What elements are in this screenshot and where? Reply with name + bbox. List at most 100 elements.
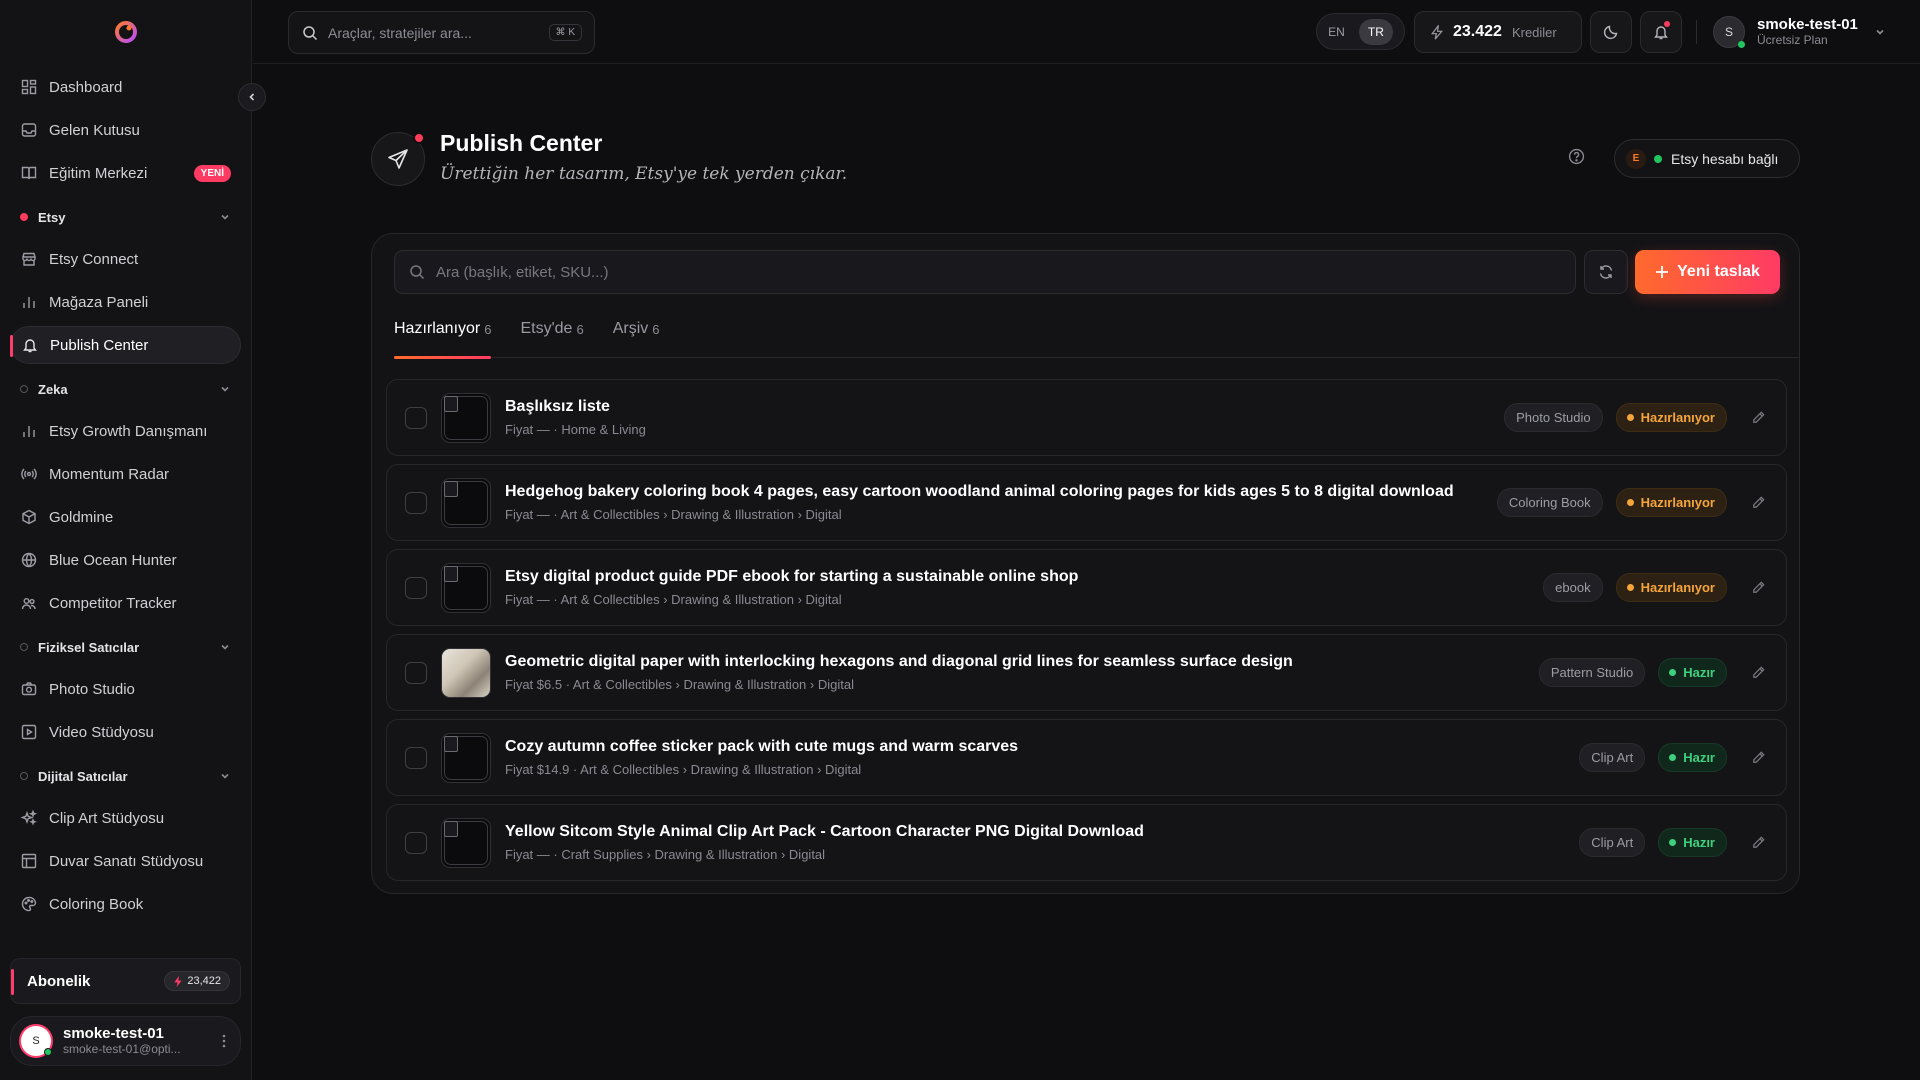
section-label: Etsy <box>38 209 66 225</box>
tab-on-etsy[interactable]: Etsy'de 6 <box>520 318 583 358</box>
sidebar-item-label: Video Stüdyosu <box>49 723 154 741</box>
row-checkbox[interactable] <box>405 576 427 599</box>
user-name: smoke-test-01 <box>63 1025 164 1043</box>
credits-display[interactable]: 23.422 Krediler <box>1414 11 1582 53</box>
source-tag: Clip Art <box>1579 743 1646 772</box>
sidebar-item-photo-studio[interactable]: Photo Studio <box>10 670 241 708</box>
section-etsy[interactable]: Etsy <box>10 197 241 237</box>
subscription-credits-value: 23,422 <box>187 975 221 987</box>
sidebar-item-publish-center[interactable]: Publish Center <box>10 326 241 364</box>
sidebar-item-label: Eğitim Merkezi <box>49 164 148 182</box>
sidebar-item-clip-art-studio[interactable]: Clip Art Stüdyosu <box>10 799 241 837</box>
listing-row[interactable]: Geometric digital paper with interlockin… <box>386 634 1787 711</box>
section-digital-sellers[interactable]: Dijital Satıcılar <box>10 756 241 796</box>
sidebar-item-dashboard[interactable]: Dashboard <box>10 68 241 106</box>
source-tag: Clip Art <box>1579 828 1646 857</box>
avatar: S <box>1713 16 1745 48</box>
listing-meta: Fiyat — · Home & Living <box>505 422 646 437</box>
row-checkbox[interactable] <box>405 406 427 429</box>
sidebar-user-card[interactable]: S smoke-test-01 smoke-test-01@opti... <box>10 1016 241 1066</box>
row-checkbox[interactable] <box>405 491 427 514</box>
sidebar-item-training[interactable]: Eğitim Merkezi YENİ <box>10 154 241 192</box>
user-menu[interactable]: S smoke-test-01 Ücretsiz Plan <box>1713 12 1886 52</box>
listing-title: Cozy autumn coffee sticker pack with cut… <box>505 738 1019 755</box>
listing-list: Başlıksız liste Fiyat — · Home & Living … <box>386 379 1787 889</box>
tab-count: 6 <box>484 322 492 337</box>
listing-text: Etsy digital product guide PDF ebook for… <box>505 568 1078 607</box>
sidebar-item-blue-ocean-hunter[interactable]: Blue Ocean Hunter <box>10 541 241 579</box>
edit-pencil-icon[interactable] <box>1751 665 1766 680</box>
notifications-button[interactable] <box>1640 11 1682 53</box>
section-dot <box>20 772 28 780</box>
listing-search-input[interactable]: Ara (başlık, etiket, SKU...) <box>394 250 1576 294</box>
sidebar-item-momentum-radar[interactable]: Momentum Radar <box>10 455 241 493</box>
sidebar-item-label: Momentum Radar <box>49 465 170 483</box>
refresh-icon <box>1598 264 1614 280</box>
section-zeka[interactable]: Zeka <box>10 369 241 409</box>
section-label: Dijital Satıcılar <box>38 768 128 784</box>
tab-archive[interactable]: Arşiv 6 <box>613 318 660 358</box>
app-logo[interactable] <box>114 20 138 44</box>
sidebar-item-goldmine[interactable]: Goldmine <box>10 498 241 536</box>
notification-dot <box>1664 21 1670 27</box>
listing-text: Yellow Sitcom Style Animal Clip Art Pack… <box>505 823 1144 862</box>
listing-text: Hedgehog bakery coloring book 4 pages, e… <box>505 483 1454 522</box>
sidebar-item-competitor-tracker[interactable]: Competitor Tracker <box>10 584 241 622</box>
status-badge: Hazırlanıyor <box>1615 573 1727 602</box>
listing-row[interactable]: Etsy digital product guide PDF ebook for… <box>386 549 1787 626</box>
tab-preparing[interactable]: Hazırlanıyor 6 <box>394 318 492 359</box>
status-tabs: Hazırlanıyor 6 Etsy'de 6 Arşiv 6 <box>394 318 1799 359</box>
sidebar-item-label: Clip Art Stüdyosu <box>49 809 165 827</box>
listing-meta: Fiyat — · Craft Supplies › Drawing & Ill… <box>505 847 826 862</box>
listing-actions: ebook Hazırlanıyor <box>1543 550 1766 625</box>
global-search-input[interactable]: Araçlar, stratejiler ara... ⌘ K <box>288 11 595 54</box>
status-label: Hazırlanıyor <box>1640 580 1715 595</box>
etsy-connection-status[interactable]: E Etsy hesabı bağlı <box>1614 139 1800 178</box>
sidebar-item-label: Etsy Growth Danışmanı <box>49 422 208 440</box>
more-vertical-icon[interactable] <box>222 1034 226 1048</box>
theme-toggle-button[interactable] <box>1590 11 1632 53</box>
sidebar-item-video-studio[interactable]: Video Stüdyosu <box>10 713 241 751</box>
listing-row[interactable]: Yellow Sitcom Style Animal Clip Art Pack… <box>386 804 1787 881</box>
listing-meta: Fiyat — · Art & Collectibles › Drawing &… <box>505 592 842 607</box>
edit-pencil-icon[interactable] <box>1751 580 1766 595</box>
listing-search-placeholder: Ara (başlık, etiket, SKU...) <box>436 263 609 281</box>
status-badge: Hazır <box>1658 743 1727 772</box>
new-draft-button[interactable]: Yeni taslak <box>1635 250 1780 294</box>
sidebar-item-inbox[interactable]: Gelen Kutusu <box>10 111 241 149</box>
edit-pencil-icon[interactable] <box>1751 495 1766 510</box>
sidebar-item-wall-art-studio[interactable]: Duvar Sanatı Stüdyosu <box>10 842 241 880</box>
sidebar-item-store-panel[interactable]: Mağaza Paneli <box>10 283 241 321</box>
edit-pencil-icon[interactable] <box>1751 835 1766 850</box>
status-badge: Hazır <box>1658 658 1727 687</box>
user-info: smoke-test-01 Ücretsiz Plan <box>1757 17 1858 47</box>
refresh-button[interactable] <box>1584 250 1628 294</box>
sidebar-item-coloring-book[interactable]: Coloring Book <box>10 885 241 923</box>
sidebar-item-etsy-connect[interactable]: Etsy Connect <box>10 240 241 278</box>
subscription-card[interactable]: Abonelik 23,422 <box>10 958 241 1004</box>
row-checkbox[interactable] <box>405 661 427 684</box>
plus-icon <box>1655 265 1669 279</box>
listing-row[interactable]: Başlıksız liste Fiyat — · Home & Living … <box>386 379 1787 456</box>
listing-row[interactable]: Cozy autumn coffee sticker pack with cut… <box>386 719 1787 796</box>
edit-pencil-icon[interactable] <box>1751 410 1766 425</box>
row-checkbox[interactable] <box>405 746 427 769</box>
lang-tr-option[interactable]: TR <box>1358 18 1393 45</box>
language-switch[interactable]: EN TR <box>1316 13 1405 50</box>
sidebar-collapse-button[interactable] <box>238 83 266 111</box>
sidebar-item-label: Gelen Kutusu <box>49 121 140 139</box>
edit-pencil-icon[interactable] <box>1751 750 1766 765</box>
bar-chart-icon <box>20 422 38 440</box>
help-icon[interactable] <box>1568 148 1585 165</box>
etsy-badge: E <box>1626 148 1646 169</box>
listing-row[interactable]: Hedgehog bakery coloring book 4 pages, e… <box>386 464 1787 541</box>
listing-actions: Clip Art Hazır <box>1579 720 1766 795</box>
lang-en-option[interactable]: EN <box>1328 25 1345 39</box>
page-subtitle: Ürettiğin her tasarım, Etsy'ye tek yerde… <box>440 164 848 184</box>
sidebar-item-growth-advisor[interactable]: Etsy Growth Danışmanı <box>10 412 241 450</box>
section-physical-sellers[interactable]: Fiziksel Satıcılar <box>10 627 241 667</box>
listing-text: Cozy autumn coffee sticker pack with cut… <box>505 738 1018 777</box>
search-icon <box>302 25 318 41</box>
row-checkbox[interactable] <box>405 831 427 854</box>
sparkles-icon <box>20 809 38 827</box>
